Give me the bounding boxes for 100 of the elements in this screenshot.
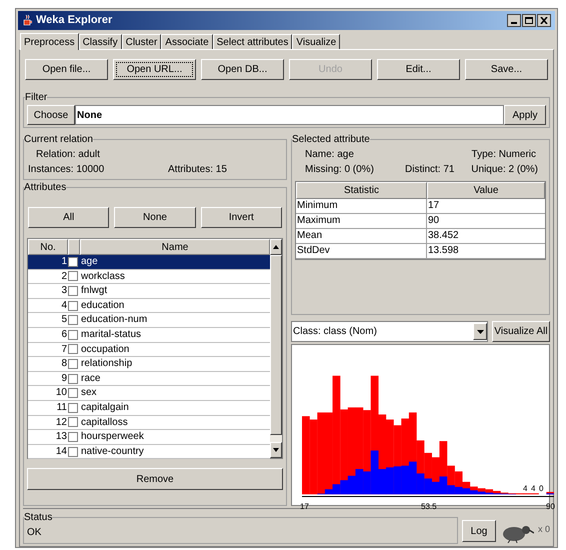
toolbar-button[interactable]: Save... [465, 59, 548, 80]
table-cell: Mean [296, 229, 427, 243]
checkbox[interactable] [68, 286, 78, 296]
row-number: 13 [54, 430, 68, 444]
attribute-row[interactable]: 8 relationship [28, 357, 270, 372]
table-cell-text: 13.598 [427, 244, 460, 258]
attribute-row[interactable]: 1 age [28, 255, 270, 270]
row-number: 4 [60, 298, 68, 312]
attribute-name: capitalloss [80, 416, 128, 430]
tab[interactable]: Associate [161, 34, 213, 49]
apply-button[interactable]: Apply [504, 105, 546, 125]
checkbox[interactable] [68, 358, 78, 369]
attribute-row[interactable]: 3 fnlwgt [28, 284, 270, 299]
attribute-row[interactable]: 6 marital-status [28, 328, 270, 343]
filter-field[interactable]: None [75, 105, 504, 125]
visualize-all-button[interactable]: Visualize All [492, 321, 550, 342]
tab[interactable]: Visualize [292, 34, 340, 49]
row-number: 14 [54, 444, 68, 458]
relation-label: Relation: adult [36, 149, 100, 160]
remove-button[interactable]: Remove [27, 468, 283, 490]
checkbox[interactable] [68, 300, 78, 311]
column-header[interactable]: Statistic [296, 182, 427, 199]
attribute-row[interactable]: 9 race [28, 372, 270, 386]
tab[interactable]: Cluster [122, 34, 162, 49]
table-cell: Minimum [296, 199, 427, 213]
row-number: 3 [60, 284, 68, 298]
minimize-button[interactable] [507, 14, 521, 27]
row-number: 6 [60, 328, 68, 342]
dropdown-value: Class: class (Nom) [292, 325, 378, 339]
select-button[interactable]: All [28, 207, 110, 228]
attribute-name: age [80, 255, 98, 269]
row-number: 2 [60, 270, 68, 284]
attribute-name: marital-status [80, 328, 142, 342]
toolbar-button[interactable]: Open file... [25, 59, 108, 80]
table-cell: StdDev [296, 244, 427, 258]
row-number: 9 [60, 372, 68, 386]
checkbox[interactable] [68, 256, 78, 267]
attribute-row[interactable]: 12 capitalloss [28, 416, 270, 430]
attribute-row[interactable]: 11 capitalgain [28, 400, 270, 416]
type-label: Type: Numeric [472, 148, 536, 162]
checkbox[interactable] [68, 432, 78, 442]
toolbar-button[interactable]: Open URL... [113, 59, 196, 80]
row-number: 10 [54, 386, 68, 400]
attribute-row[interactable]: 7 occupation [28, 342, 270, 358]
checkbox[interactable] [68, 374, 78, 384]
checkbox[interactable] [68, 417, 78, 428]
distinct-label: Distinct: 71 [405, 163, 454, 177]
column-header[interactable]: Name [80, 239, 270, 255]
attribute-name: education [80, 298, 124, 312]
panel-title: Attributes [24, 181, 66, 195]
attribute-name: relationship [80, 357, 132, 371]
checkbox[interactable] [68, 330, 78, 340]
choose-button[interactable]: Choose [27, 105, 75, 125]
scrollbar[interactable] [270, 239, 282, 458]
axis-tick-label: 53.5 [421, 501, 437, 513]
scroll-thumb[interactable] [270, 255, 282, 435]
attribute-row[interactable]: 2 workclass [28, 270, 270, 284]
attribute-row[interactable]: 10 sex [28, 386, 270, 401]
tab[interactable]: Preprocess [20, 33, 79, 50]
attribute-name: education-num [80, 313, 148, 327]
table-cell-text: 90 [427, 214, 440, 228]
attribute-row[interactable]: 13 hoursperweek [28, 430, 270, 445]
scroll-down-icon[interactable] [270, 442, 282, 458]
toolbar-button[interactable]: Edit... [377, 59, 460, 80]
checkbox[interactable] [68, 446, 78, 457]
column-header[interactable]: No. [28, 239, 68, 255]
close-icon[interactable] [540, 17, 548, 24]
row-number: 8 [60, 357, 68, 371]
checkbox[interactable] [68, 271, 78, 282]
tab[interactable]: Select attributes [212, 34, 292, 49]
column-header[interactable]: Value [427, 182, 545, 199]
table-cell-text: 38.452 [427, 229, 460, 243]
instances-label: Instances: 10000 [28, 163, 106, 177]
cup-icon [22, 14, 32, 27]
checkbox[interactable] [68, 402, 78, 413]
toolbar-button[interactable]: Open DB... [201, 59, 284, 80]
attribute-row[interactable]: 14 native-country [28, 444, 270, 460]
row-number: 7 [60, 342, 68, 356]
checkbox[interactable] [68, 388, 78, 398]
window-title: Weka Explorer [36, 13, 112, 28]
status-text: OK [27, 527, 42, 538]
panel-title: Filter [25, 91, 48, 105]
attribute-row[interactable]: 4 education [28, 298, 270, 314]
attribute-row[interactable]: 5 education-num [28, 313, 270, 328]
select-button[interactable]: None [114, 207, 196, 228]
scroll-up-icon[interactable] [270, 239, 282, 255]
attribute-name: fnlwgt [80, 284, 108, 298]
close-button[interactable] [537, 14, 551, 27]
select-button[interactable]: Invert [200, 207, 282, 228]
column-header[interactable] [68, 239, 80, 255]
class-dropdown[interactable]: Class: class (Nom) [291, 321, 488, 342]
missing-label: Missing: 0 (0%) [305, 163, 375, 177]
tab[interactable]: Classify [78, 34, 122, 49]
checkbox[interactable] [68, 315, 78, 326]
maximize-button[interactable] [522, 14, 536, 27]
log-button[interactable]: Log [462, 520, 496, 542]
axis-tick-label: 90 [546, 501, 555, 513]
checkbox[interactable] [68, 344, 78, 354]
row-number: 11 [56, 400, 68, 415]
bar-count-label: 0 [539, 483, 544, 495]
